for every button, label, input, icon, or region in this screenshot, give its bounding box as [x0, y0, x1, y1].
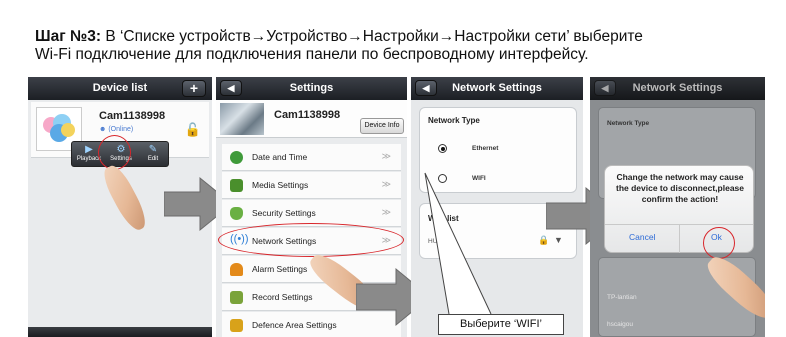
settings-item-label: Date and Time	[252, 152, 308, 162]
shield-icon	[230, 207, 243, 220]
wifi-network-name: hscaigou	[607, 321, 634, 328]
settings-title: Settings	[289, 82, 334, 94]
user-icon: ☻	[99, 126, 107, 133]
device-list-title: Device list	[92, 82, 148, 94]
settings-item-label: Alarm Settings	[252, 264, 308, 274]
back-arrow-icon: ◀	[601, 83, 609, 93]
edit-label: Edit	[147, 156, 159, 162]
instruction-text: Шаг №3: В ‘Списке устройств→Устройство→Н…	[35, 28, 780, 64]
callout-label: Выберите ‘WIFI’	[438, 314, 564, 335]
wifi-network-name: TP-lantian	[607, 294, 637, 301]
edit-button[interactable]: ✎ Edit	[138, 144, 168, 162]
unlock-icon[interactable]: 🔓	[185, 122, 201, 138]
highlight-circle	[703, 227, 735, 259]
confirm-navbar: ◀ Network Settings	[590, 77, 765, 100]
edit-icon: ✎	[148, 144, 158, 155]
lock-icon	[230, 319, 243, 332]
settings-item-label: Security Settings	[252, 208, 316, 218]
chevron-right-icon: ≫	[381, 207, 391, 217]
settings-item-media[interactable]: Media Settings ≫	[222, 172, 401, 199]
dialog-message: Change the network may cause the device …	[615, 172, 744, 204]
network-type-title: Network Type	[607, 120, 650, 127]
camera-thumbnail	[220, 103, 264, 135]
back-button[interactable]: ◀	[594, 80, 616, 96]
back-arrow-icon: ◀	[227, 83, 235, 93]
back-button[interactable]: ◀	[220, 80, 242, 96]
instruction-line-1: В ‘Списке устройств→Устройство→Настройки…	[105, 28, 643, 45]
device-list-navbar: Device list +	[28, 77, 212, 100]
settings-item-label: Record Settings	[252, 292, 313, 302]
bottom-tabbar	[28, 327, 212, 337]
playback-label: Playback	[76, 156, 102, 162]
record-icon	[230, 291, 243, 304]
settings-item-label: Defence Area Settings	[252, 320, 337, 330]
highlight-ellipse	[218, 223, 404, 257]
settings-item-date-time[interactable]: Date and Time ≫	[222, 144, 401, 171]
settings-item-label: Media Settings	[252, 180, 309, 190]
device-name: Cam1138998	[99, 110, 166, 122]
highlight-circle	[98, 135, 131, 170]
bell-icon	[230, 263, 243, 276]
clock-icon	[230, 151, 243, 164]
step-label: Шаг №3:	[35, 28, 102, 45]
chevron-right-icon: ≫	[381, 179, 391, 189]
settings-device-name: Cam1138998	[274, 109, 341, 121]
confirm-dialog-screen: ◀ Network Settings Network Type TP-lanti…	[590, 77, 765, 337]
device-info-button[interactable]: Device Info	[360, 118, 404, 134]
device-status: ☻ (Online)	[99, 126, 133, 133]
cancel-button[interactable]: Cancel	[629, 232, 655, 242]
chevron-right-icon: ≫	[381, 151, 391, 161]
device-status-text: (Online)	[108, 126, 134, 133]
finger-pointer	[98, 161, 152, 235]
confirm-nav-title: Network Settings	[632, 82, 723, 94]
instruction-line-2: Wi-Fi подключение для подключения панели…	[35, 46, 589, 63]
add-device-button[interactable]: +	[182, 80, 206, 97]
settings-device-header: Cam1138998 Device Info	[216, 100, 407, 138]
settings-navbar: ◀ Settings	[216, 77, 407, 100]
film-icon	[230, 179, 243, 192]
